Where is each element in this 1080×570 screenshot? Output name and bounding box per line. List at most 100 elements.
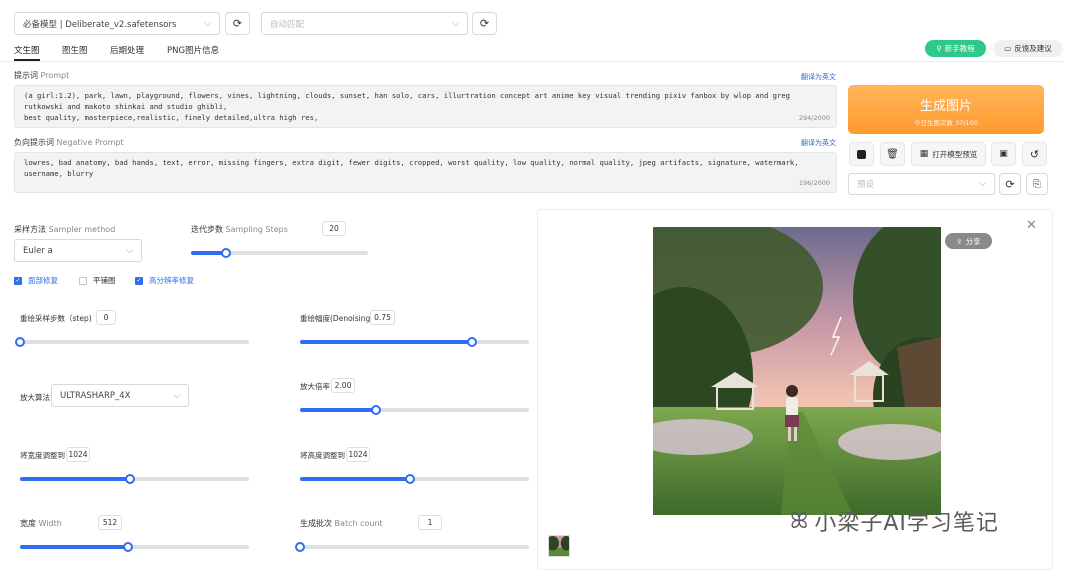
check-icon: ✓	[135, 276, 143, 285]
feedback-label: 反馈及建议	[1014, 44, 1052, 53]
checkbox-empty-icon	[79, 276, 87, 285]
batch-count-slider[interactable]	[295, 542, 529, 552]
refresh-icon: ⟳	[479, 17, 490, 30]
scale-handle[interactable]	[370, 405, 381, 415]
height-to-handle[interactable]	[404, 474, 415, 484]
negative-prompt-label-en: Negative Prompt	[56, 138, 124, 147]
preset-placeholder: 预设	[857, 180, 875, 190]
feedback-button[interactable]: ▭ 反馈及建议	[993, 40, 1063, 57]
reset-button[interactable]: ↺	[1022, 142, 1047, 166]
chevron-down-icon: ⌵	[173, 390, 180, 401]
tab-txt2img[interactable]: 文生图	[14, 44, 40, 61]
check-icon: ✓	[14, 276, 22, 285]
hires-fix-checkbox[interactable]: ✓ 高分辨率修复	[135, 275, 194, 286]
width-to-handle[interactable]	[124, 474, 135, 484]
chevron-down-icon: ⌵	[204, 18, 211, 29]
denoising-handle[interactable]	[466, 337, 477, 347]
batch-count-label-cn: 生成批次	[300, 519, 332, 528]
denoising-label: 重绘幅度(Denoising)	[300, 314, 374, 323]
denoising-input[interactable]: 0.75	[370, 310, 395, 325]
upscaler-select[interactable]: ULTRASHARP_4X ⌵	[51, 384, 189, 407]
scale-input[interactable]: 2.00	[331, 378, 355, 393]
refresh-model-button[interactable]: ⟳	[225, 12, 250, 35]
model-select[interactable]: 必备模型 | Deliberate_v2.safetensors ⌵	[14, 12, 220, 35]
sampler-label-cn: 采样方法	[14, 225, 46, 234]
width-label-cn: 宽度	[20, 519, 36, 528]
refresh-icon: ⟳	[1005, 177, 1015, 191]
denoising-slider[interactable]	[300, 337, 529, 347]
width-slider[interactable]	[20, 542, 249, 552]
grid-icon: ▦	[919, 149, 929, 159]
share-label: 分享	[965, 236, 981, 246]
chevron-down-icon: ⌵	[452, 18, 459, 29]
redraw-steps-input[interactable]: 0	[96, 310, 116, 325]
refresh-icon: ⟳	[232, 17, 243, 30]
batch-count-input[interactable]: 1	[418, 515, 442, 530]
denoising-fill	[300, 340, 472, 344]
negative-prompt-label-cn: 负向提示词	[14, 138, 54, 147]
tab-img2img[interactable]: 图生图	[62, 44, 88, 56]
upscaler-label: 放大算法	[20, 393, 50, 402]
sampler-value: Euler a	[23, 245, 53, 256]
chevron-down-icon: ⌵	[979, 179, 986, 189]
clear-button[interactable]: 🗑	[880, 142, 905, 166]
width-fill	[20, 545, 128, 549]
trash-icon: 🗑	[886, 148, 899, 160]
steps-slider-handle[interactable]	[221, 248, 232, 258]
face-restore-checkbox[interactable]: ✓ 面部修复	[14, 275, 58, 286]
share-icon: ⇪	[956, 236, 963, 246]
prompt-char-count: 294/2000	[798, 114, 830, 122]
tutorial-button[interactable]: ⚲ 新手教程	[925, 40, 986, 57]
width-to-slider[interactable]	[20, 474, 249, 484]
height-to-slider[interactable]	[300, 474, 529, 484]
share-button[interactable]: ⇪ 分享	[945, 233, 992, 249]
chevron-down-icon: ⌵	[126, 245, 133, 256]
preset-select[interactable]: 预设 ⌵	[848, 173, 995, 195]
sampler-select[interactable]: Euler a ⌵	[14, 239, 142, 262]
generate-button[interactable]: 生成图片 今日生图次数 37/100	[848, 85, 1044, 134]
steps-label-en: Sampling Steps	[225, 225, 288, 234]
vae-select[interactable]: 自动匹配 ⌵	[261, 12, 468, 35]
negative-prompt-textarea[interactable]: lowres, bad anatomy, bad hands, text, er…	[14, 152, 837, 193]
close-icon[interactable]: ✕	[1026, 218, 1037, 233]
height-to-input[interactable]: 1024	[346, 447, 370, 462]
open-model-preview-button[interactable]: ▦ 打开模型预览	[911, 142, 986, 166]
save-button[interactable]: ▣	[991, 142, 1016, 166]
prompt-textarea[interactable]: (a girl:1.2), park, lawn, playground, fl…	[14, 85, 837, 128]
model-select-value: 必备模型 | Deliberate_v2.safetensors	[23, 19, 177, 30]
interrupt-button[interactable]	[849, 142, 874, 166]
export-preset-button[interactable]: ⎘	[1026, 173, 1048, 195]
watermark: ꕤ 小梁子AI学习笔记	[790, 505, 999, 537]
upscaler-value: ULTRASHARP_4X	[60, 390, 131, 401]
comment-icon: ▭	[1004, 44, 1012, 53]
generate-quota: 今日生图次数 37/100	[914, 119, 978, 127]
scale-slider[interactable]	[300, 405, 529, 415]
scale-fill	[300, 408, 376, 412]
width-to-input[interactable]: 1024	[66, 447, 90, 462]
vae-select-placeholder: 自动匹配	[270, 19, 305, 30]
width-input[interactable]: 512	[98, 515, 122, 530]
steps-slider[interactable]	[191, 248, 368, 258]
negative-prompt-text: lowres, bad anatomy, bad hands, text, er…	[24, 158, 799, 178]
tiling-checkbox[interactable]: 平铺图	[79, 275, 116, 286]
steps-input[interactable]: 20	[322, 221, 346, 236]
width-to-fill	[20, 477, 130, 481]
height-to-fill	[300, 477, 410, 481]
translate-negative-link[interactable]: 翻译为英文	[801, 138, 836, 148]
tab-png-info[interactable]: PNG图片信息	[167, 44, 219, 56]
prompt-label: 提示词 Prompt	[14, 70, 69, 81]
batch-count-handle[interactable]	[295, 542, 305, 552]
refresh-vae-button[interactable]: ⟳	[472, 12, 497, 35]
redraw-steps-handle[interactable]	[15, 337, 25, 347]
generated-image[interactable]	[653, 227, 941, 515]
save-icon: ▣	[999, 149, 1008, 159]
translate-prompt-link[interactable]: 翻译为英文	[801, 72, 836, 82]
tab-extras[interactable]: 后期处理	[110, 44, 144, 56]
prompt-label-cn: 提示词	[14, 71, 38, 80]
refresh-preset-button[interactable]: ⟳	[999, 173, 1021, 195]
thumbnail-image[interactable]	[548, 535, 570, 557]
key-icon: ⚲	[936, 44, 942, 53]
redraw-steps-slider[interactable]	[15, 337, 249, 347]
generate-title: 生成图片	[919, 99, 972, 114]
width-handle[interactable]	[122, 542, 133, 552]
